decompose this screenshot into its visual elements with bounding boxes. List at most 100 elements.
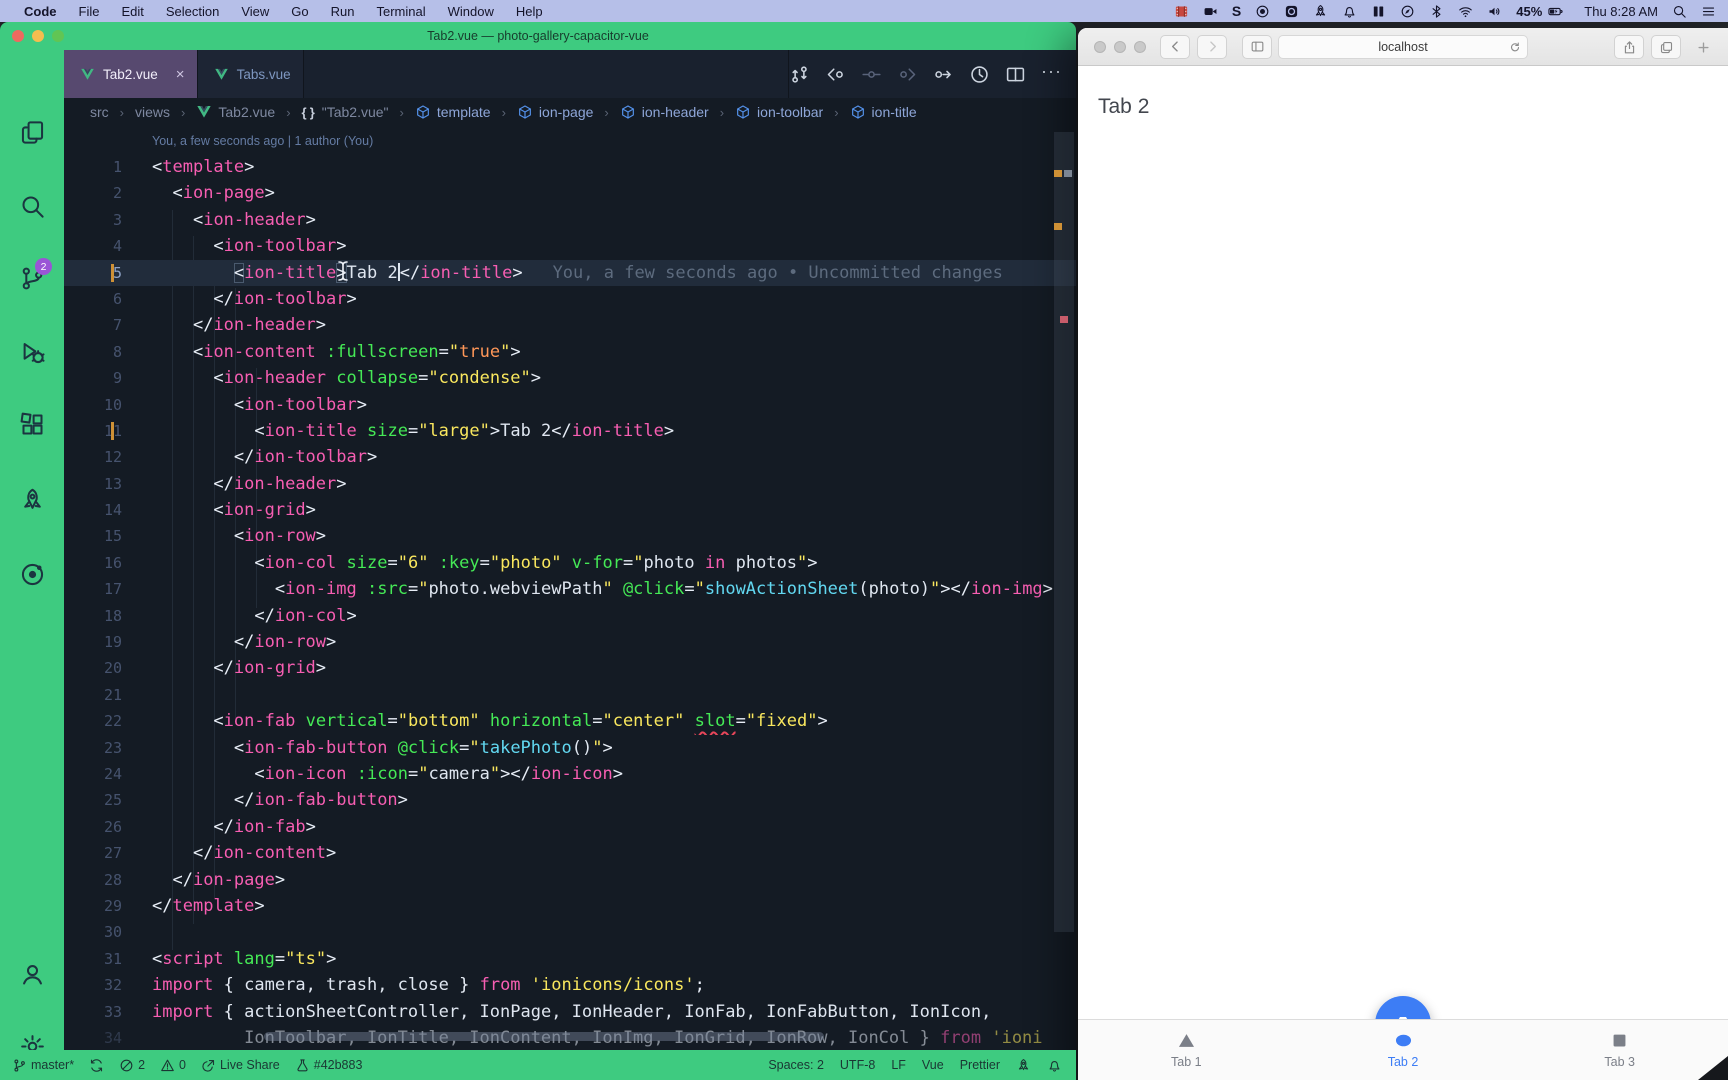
menu-item-run[interactable]: Run	[331, 4, 355, 19]
breadcrumb-item[interactable]: ion-title	[850, 104, 917, 120]
scrollbar-thumb[interactable]	[1054, 132, 1074, 932]
more-actions-icon[interactable]: ···	[1041, 61, 1062, 88]
previous-change-icon[interactable]	[825, 64, 846, 85]
code-editor[interactable]: You, a few seconds ago | 1 author (You) …	[64, 126, 1076, 1050]
code-line-9[interactable]: 9 <ion-header collapse="condense">	[64, 365, 1076, 391]
breadcrumb-item[interactable]: Tab2.vue	[196, 104, 275, 120]
code-line-7[interactable]: 7 </ion-header>	[64, 312, 1076, 338]
new-tab-button[interactable]	[1688, 35, 1718, 59]
breadcrumb-item[interactable]: ion-toolbar	[735, 104, 823, 120]
status-spaces-2[interactable]: Spaces: 2	[768, 1058, 824, 1072]
bluetooth-icon[interactable]	[1429, 4, 1444, 19]
status-prettier[interactable]: Prettier	[960, 1058, 1000, 1072]
screen-capture-icon[interactable]	[1284, 4, 1299, 19]
code-line-3[interactable]: 3 <ion-header>	[64, 207, 1076, 233]
code-line-19[interactable]: 19 </ion-row>	[64, 629, 1076, 655]
code-line-30[interactable]: 30	[64, 919, 1076, 945]
code-line-14[interactable]: 14 <ion-grid>	[64, 497, 1076, 523]
horizontal-scrollbar-thumb[interactable]	[264, 1032, 824, 1041]
speedtest-icon[interactable]: S	[1232, 3, 1241, 19]
code-line-15[interactable]: 15 <ion-row>	[64, 523, 1076, 549]
code-line-18[interactable]: 18 </ion-col>	[64, 603, 1076, 629]
split-editor-icon[interactable]	[1005, 64, 1026, 85]
editor-tab-Tabs.vue[interactable]: Tabs.vue	[198, 50, 304, 98]
code-line-33[interactable]: 33import { actionSheetController, IonPag…	[64, 999, 1076, 1025]
forward-change-icon[interactable]	[933, 64, 954, 85]
close-window-button[interactable]	[12, 30, 24, 42]
activity-run-debug-icon[interactable]	[0, 326, 64, 378]
app-tab-tab-2[interactable]: Tab 2	[1295, 1020, 1512, 1080]
list-icon[interactable]	[1701, 4, 1716, 19]
code-line-10[interactable]: 10 <ion-toolbar>	[64, 392, 1076, 418]
menu-item-edit[interactable]: Edit	[121, 4, 143, 19]
show-tabs-button[interactable]	[1651, 35, 1681, 59]
address-bar[interactable]: localhost	[1278, 35, 1528, 59]
code-line-1[interactable]: 1<template>	[64, 154, 1076, 180]
code-line-13[interactable]: 13 </ion-header>	[64, 471, 1076, 497]
activity-rocket-icon[interactable]	[0, 474, 64, 526]
menu-item-window[interactable]: Window	[448, 4, 494, 19]
back-button[interactable]	[1160, 35, 1190, 59]
code-line-11[interactable]: 11 <ion-title size="large">Tab 2</ion-ti…	[64, 418, 1076, 444]
film-icon[interactable]	[1174, 4, 1189, 19]
forward-button[interactable]	[1197, 35, 1227, 59]
menu-item-help[interactable]: Help	[516, 4, 543, 19]
zoom-window-button[interactable]	[52, 30, 64, 42]
next-change-icon[interactable]	[897, 64, 918, 85]
close-window-button[interactable]	[1094, 41, 1106, 53]
activity-extensions-icon[interactable]	[0, 398, 64, 450]
menu-item-view[interactable]: View	[241, 4, 269, 19]
code-line-23[interactable]: 23 <ion-fab-button @click="takePhoto()">	[64, 735, 1076, 761]
codelens-authors[interactable]: You, a few seconds ago | 1 author (You)	[152, 128, 373, 154]
close-tab-icon[interactable]: ×	[176, 66, 185, 83]
status-lf[interactable]: LF	[891, 1058, 906, 1072]
status-master-[interactable]: master*	[12, 1058, 74, 1073]
code-line-22[interactable]: 22 <ion-fab vertical="bottom" horizontal…	[64, 708, 1076, 734]
activity-account-icon[interactable]	[0, 948, 64, 1000]
app-tab-tab-3[interactable]: Tab 3	[1511, 1020, 1728, 1080]
compare-changes-icon[interactable]	[789, 64, 810, 85]
breadcrumb-item[interactable]: { } "Tab2.vue"	[302, 104, 389, 120]
code-line-16[interactable]: 16 <ion-col size="6" :key="photo" v-for=…	[64, 550, 1076, 576]
code-line-8[interactable]: 8 <ion-content :fullscreen="true">	[64, 339, 1076, 365]
code-line-31[interactable]: 31<script lang="ts">	[64, 946, 1076, 972]
breadcrumb-item[interactable]: template	[415, 104, 491, 120]
code-line-2[interactable]: 2 <ion-page>	[64, 180, 1076, 206]
wifi-icon[interactable]	[1458, 4, 1473, 19]
code-line-32[interactable]: 32import { camera, trash, close } from '…	[64, 972, 1076, 998]
menu-item-code[interactable]: Code	[24, 4, 57, 19]
window-tiles-icon[interactable]	[1371, 4, 1386, 19]
app-tab-tab-1[interactable]: Tab 1	[1078, 1020, 1295, 1080]
reload-icon[interactable]	[1509, 41, 1521, 53]
code-line-24[interactable]: 24 <ion-icon :icon="camera"></ion-icon>	[64, 761, 1076, 787]
status--42b883[interactable]: #42b883	[295, 1058, 363, 1073]
code-line-4[interactable]: 4 <ion-toolbar>	[64, 233, 1076, 259]
vscode-title-bar[interactable]: Tab2.vue — photo-gallery-capacitor-vue	[0, 22, 1076, 50]
activity-files-icon[interactable]	[0, 106, 64, 158]
menu-item-terminal[interactable]: Terminal	[377, 4, 426, 19]
status-0[interactable]: 0	[160, 1058, 186, 1073]
code-line-25[interactable]: 25 </ion-fab-button>	[64, 787, 1076, 813]
share-button[interactable]	[1614, 35, 1644, 59]
sidebar-button[interactable]	[1242, 35, 1272, 59]
menu-item-selection[interactable]: Selection	[166, 4, 219, 19]
status-bell-icon[interactable]	[1047, 1058, 1062, 1073]
activity-source-control-icon[interactable]: 2	[0, 252, 64, 304]
activity-search-icon[interactable]	[0, 180, 64, 232]
change-dot-icon[interactable]	[861, 64, 882, 85]
compass-icon[interactable]	[1400, 4, 1415, 19]
menu-item-file[interactable]: File	[79, 4, 100, 19]
status-2[interactable]: 2	[119, 1058, 145, 1073]
breadcrumb-item[interactable]: src	[90, 104, 109, 120]
status-utf-8[interactable]: UTF-8	[840, 1058, 875, 1072]
code-line-28[interactable]: 28 </ion-page>	[64, 867, 1076, 893]
code-line-20[interactable]: 20 </ion-grid>	[64, 655, 1076, 681]
minimize-window-button[interactable]	[32, 30, 44, 42]
videocam-icon[interactable]	[1203, 4, 1218, 19]
code-line-26[interactable]: 26 </ion-fab>	[64, 814, 1076, 840]
code-line-21[interactable]: 21	[64, 682, 1076, 708]
record-icon[interactable]	[1255, 4, 1270, 19]
code-line-29[interactable]: 29</template>	[64, 893, 1076, 919]
status-rocket-icon[interactable]	[1016, 1058, 1031, 1073]
editor-tab-Tab2.vue[interactable]: Tab2.vue ×	[64, 50, 198, 98]
